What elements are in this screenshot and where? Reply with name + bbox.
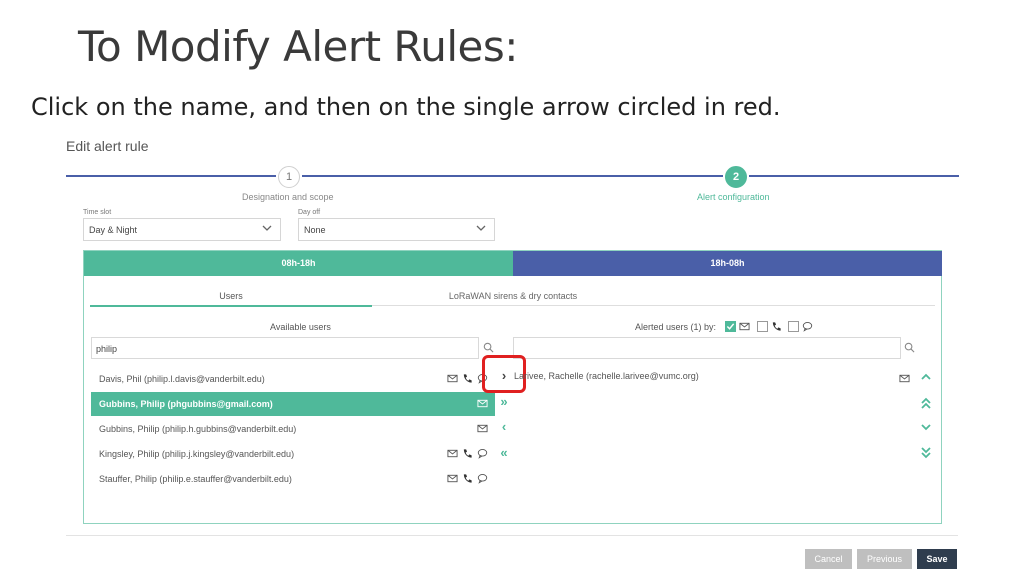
footer-divider bbox=[66, 535, 958, 536]
phone-icon bbox=[463, 449, 472, 458]
user-name: Gubbins, Philip (philip.h.gubbins@vander… bbox=[99, 424, 297, 434]
slide-subtitle: Click on the name, and then on the singl… bbox=[31, 93, 781, 121]
chevron-down-icon bbox=[262, 223, 272, 236]
alerted-user-row[interactable]: Larivee, Rachelle (rachelle.larivee@vumc… bbox=[514, 371, 699, 381]
notify-phone-checkbox[interactable] bbox=[757, 321, 768, 332]
time-slot-label: Time slot bbox=[83, 209, 112, 216]
available-user-row-selected[interactable]: Gubbins, Philip (phgubbins@gmail.com) bbox=[91, 392, 495, 416]
stepper-line bbox=[66, 175, 276, 177]
move-up-icon[interactable] bbox=[920, 372, 932, 382]
available-user-row[interactable]: Davis, Phil (philip.l.davis@vanderbilt.e… bbox=[91, 367, 495, 391]
remove-one-button[interactable]: ‹ bbox=[496, 420, 512, 434]
phone-icon bbox=[463, 374, 472, 383]
day-off-label: Day off bbox=[298, 209, 321, 216]
time-slot-value: Day & Night bbox=[89, 225, 138, 235]
slide-title: To Modify Alert Rules: bbox=[78, 22, 518, 71]
notify-mail-checkbox[interactable] bbox=[725, 321, 736, 332]
previous-button[interactable]: Previous bbox=[857, 549, 912, 569]
mail-icon bbox=[739, 322, 750, 331]
available-search-input[interactable]: philip bbox=[91, 337, 479, 359]
available-user-row[interactable]: Kingsley, Philip (philip.j.kingsley@vand… bbox=[91, 442, 495, 466]
mail-icon bbox=[447, 374, 458, 383]
subtab-users[interactable]: Users bbox=[90, 291, 372, 307]
step-2-circle[interactable]: 2 bbox=[725, 166, 747, 188]
check-icon bbox=[726, 323, 735, 330]
subtab-lorawan[interactable]: LoRaWAN sirens & dry contacts bbox=[372, 291, 654, 301]
user-name: Davis, Phil (philip.l.davis@vanderbilt.e… bbox=[99, 374, 265, 384]
tab-day-slot[interactable]: 08h-18h bbox=[84, 251, 513, 276]
search-icon[interactable] bbox=[483, 342, 494, 353]
user-name: Kingsley, Philip (philip.j.kingsley@vand… bbox=[99, 449, 295, 459]
tab-night-slot[interactable]: 18h-08h bbox=[513, 251, 942, 276]
day-off-value: None bbox=[304, 225, 326, 235]
chat-icon bbox=[477, 474, 488, 484]
step-1-circle[interactable]: 1 bbox=[278, 166, 300, 188]
phone-icon bbox=[463, 474, 472, 483]
user-name: Gubbins, Philip (phgubbins@gmail.com) bbox=[99, 399, 273, 409]
mail-icon bbox=[447, 474, 458, 483]
chevron-down-icon bbox=[476, 223, 486, 236]
alerted-search-input[interactable] bbox=[513, 337, 901, 359]
notify-chat-checkbox[interactable] bbox=[788, 321, 799, 332]
mail-icon bbox=[477, 399, 488, 408]
dialog-title: Edit alert rule bbox=[66, 138, 149, 154]
available-user-row[interactable]: Stauffer, Philip (philip.e.stauffer@vand… bbox=[91, 467, 495, 491]
chat-icon bbox=[477, 449, 488, 459]
available-user-row[interactable]: Gubbins, Philip (philip.h.gubbins@vander… bbox=[91, 417, 495, 441]
cancel-button[interactable]: Cancel bbox=[805, 549, 852, 569]
phone-icon bbox=[772, 322, 781, 331]
mail-icon bbox=[899, 374, 910, 383]
stepper-line bbox=[749, 175, 959, 177]
stepper-line bbox=[302, 175, 723, 177]
add-all-button[interactable]: » bbox=[496, 395, 512, 409]
mail-icon bbox=[447, 449, 458, 458]
user-name: Stauffer, Philip (philip.e.stauffer@vand… bbox=[99, 474, 292, 484]
subtab-divider bbox=[372, 305, 935, 306]
mail-icon bbox=[477, 424, 488, 433]
save-button[interactable]: Save bbox=[917, 549, 957, 569]
remove-all-button[interactable]: « bbox=[496, 446, 512, 460]
time-slot-select[interactable]: Day & Night bbox=[83, 218, 281, 241]
step-1-label: Designation and scope bbox=[242, 192, 334, 202]
user-name: Larivee, Rachelle (rachelle.larivee@vumc… bbox=[514, 371, 699, 381]
search-icon[interactable] bbox=[904, 342, 915, 353]
move-top-icon[interactable] bbox=[920, 396, 932, 410]
step-2-label: Alert configuration bbox=[697, 192, 770, 202]
available-users-header: Available users bbox=[270, 322, 331, 332]
move-bottom-icon[interactable] bbox=[920, 446, 932, 460]
day-off-select[interactable]: None bbox=[298, 218, 495, 241]
move-down-icon[interactable] bbox=[920, 422, 932, 432]
alerted-users-header: Alerted users (1) by: bbox=[635, 322, 717, 332]
chat-icon bbox=[802, 322, 813, 332]
